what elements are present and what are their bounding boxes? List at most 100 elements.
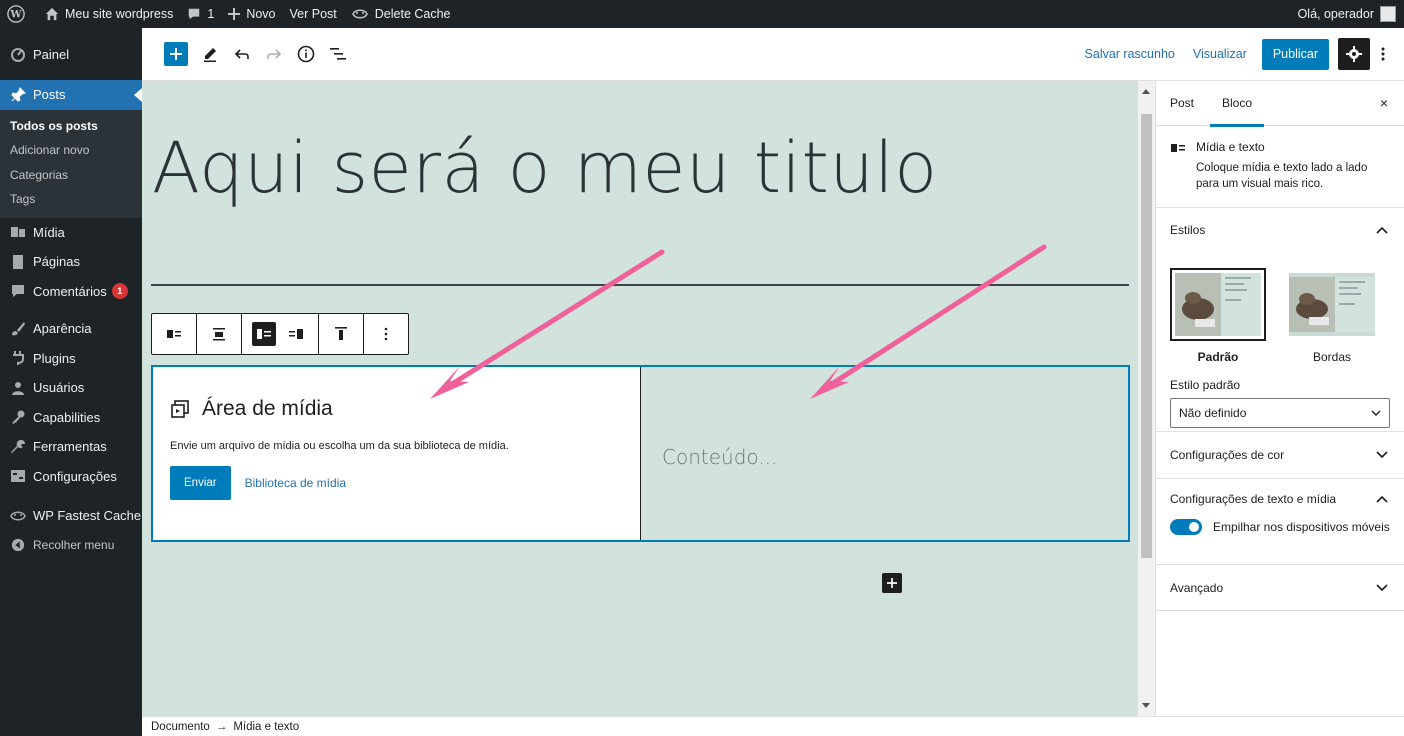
comment-icon xyxy=(189,8,200,20)
block-options-button[interactable] xyxy=(370,319,402,349)
block-inserter-button[interactable] xyxy=(164,42,188,66)
wrench-icon xyxy=(9,438,27,456)
menu-item-comentarios[interactable]: Comentários 1 xyxy=(0,277,142,307)
scroll-down-arrow[interactable] xyxy=(1142,703,1150,708)
chevron-up-icon xyxy=(1376,226,1388,234)
block-type-button[interactable] xyxy=(158,319,190,349)
default-style-select[interactable]: Não definido xyxy=(1170,398,1390,428)
comments-count: 1 xyxy=(207,7,215,21)
advanced-panel[interactable]: Avançado xyxy=(1156,565,1404,611)
avatar xyxy=(1380,6,1396,22)
list-view-icon xyxy=(330,48,346,60)
site-name-link[interactable]: Meu site wordpress xyxy=(38,0,180,28)
tools-button[interactable] xyxy=(194,38,226,70)
options-menu-button[interactable] xyxy=(1370,38,1396,70)
content-placeholder[interactable]: Conteúdo... xyxy=(662,445,1107,469)
breadcrumb-block[interactable]: Mídia e texto xyxy=(233,721,299,733)
media-icon xyxy=(171,400,189,418)
menu-item-aparencia[interactable]: Aparência xyxy=(0,314,142,344)
stack-mobile-toggle[interactable] xyxy=(1170,519,1202,535)
canvas-scrollbar[interactable] xyxy=(1138,81,1155,716)
media-text-block[interactable]: Área de mídia Envie um arquivo de mídia … xyxy=(151,365,1130,542)
menu-item-posts[interactable]: Posts xyxy=(0,80,142,110)
close-icon[interactable]: × xyxy=(1380,95,1388,111)
users-icon xyxy=(9,379,27,397)
menu-item-paginas[interactable]: Páginas xyxy=(0,247,142,277)
align-button[interactable] xyxy=(203,319,235,349)
undo-button[interactable] xyxy=(226,38,258,70)
details-button[interactable] xyxy=(290,38,322,70)
scroll-thumb[interactable] xyxy=(1141,114,1152,558)
media-library-link[interactable]: Biblioteca de mídia xyxy=(245,476,346,490)
media-text-icon xyxy=(1170,140,1186,193)
menu-item-usuarios[interactable]: Usuários xyxy=(0,373,142,403)
comments-link[interactable]: 1 xyxy=(180,0,221,28)
collapse-menu-button[interactable]: Recolher menu xyxy=(0,531,142,561)
separator-block[interactable] xyxy=(151,284,1129,286)
post-title[interactable]: Aqui será o meu titulo xyxy=(152,127,938,209)
upload-button[interactable]: Enviar xyxy=(170,466,231,500)
color-settings-toggle[interactable]: Configurações de cor xyxy=(1156,448,1404,462)
menu-item-ferramentas[interactable]: Ferramentas xyxy=(0,432,142,462)
settings-icon xyxy=(9,467,27,485)
new-content-link[interactable]: Novo xyxy=(221,0,282,28)
color-settings-panel[interactable]: Configurações de cor xyxy=(1156,432,1404,479)
wp-logo-icon[interactable]: W xyxy=(0,0,38,28)
publish-button[interactable]: Publicar xyxy=(1261,38,1329,70)
editor-canvas[interactable]: Aqui será o meu titulo Área de mídia Env… xyxy=(142,81,1138,716)
media-area-heading: Área de mídia xyxy=(170,397,623,421)
text-media-settings-panel: Configurações de texto e mídia Empilhar … xyxy=(1156,479,1404,565)
media-area-description: Envie um arquivo de mídia ou escolha um … xyxy=(170,440,509,452)
styles-panel: Estilos Padrão Bordas Estilo padrão Não … xyxy=(1156,208,1404,432)
tab-block[interactable]: Bloco xyxy=(1210,81,1265,127)
menu-item-painel[interactable]: Painel xyxy=(0,28,142,80)
menu-item-configuracoes[interactable]: Configurações xyxy=(0,462,142,492)
redo-button[interactable] xyxy=(258,38,290,70)
menu-label-ferramentas: Ferramentas xyxy=(33,439,107,455)
menu-item-capabilities[interactable]: Capabilities xyxy=(0,403,142,433)
view-post-link[interactable]: Ver Post xyxy=(283,0,344,28)
more-vertical-icon xyxy=(1381,47,1385,61)
content-area[interactable]: Conteúdo... xyxy=(641,367,1128,540)
media-right-button[interactable] xyxy=(280,319,312,349)
my-account-link[interactable]: Olá, operador xyxy=(1298,6,1404,22)
submenu-item-add-new[interactable]: Adicionar novo xyxy=(0,138,142,163)
styles-panel-toggle[interactable]: Estilos xyxy=(1156,208,1404,252)
breadcrumb-document[interactable]: Documento xyxy=(151,721,210,733)
media-icon xyxy=(9,223,27,241)
collapse-menu-label: Recolher menu xyxy=(33,538,115,553)
vertical-align-group xyxy=(319,314,364,354)
comment-icon xyxy=(9,282,27,300)
scroll-up-arrow[interactable] xyxy=(1142,89,1150,94)
menu-label-configuracoes: Configurações xyxy=(33,468,117,484)
admin-menu: Painel Posts Todos os posts Adicionar no… xyxy=(0,28,142,736)
style-option-default[interactable]: Padrão xyxy=(1170,268,1266,364)
menu-label-capabilities: Capabilities xyxy=(33,409,101,425)
block-breadcrumb: Documento → Mídia e texto xyxy=(142,716,1404,736)
default-style-label: Estilo padrão xyxy=(1170,378,1241,392)
menu-label-midia: Mídia xyxy=(33,224,65,240)
text-media-settings-toggle[interactable]: Configurações de texto e mídia xyxy=(1156,479,1404,519)
list-view-button[interactable] xyxy=(322,38,354,70)
save-draft-button[interactable]: Salvar rascunho xyxy=(1076,47,1184,61)
delete-cache-link[interactable]: Delete Cache xyxy=(344,0,458,28)
style-preview-default xyxy=(1170,268,1266,341)
submenu-item-all-posts[interactable]: Todos os posts xyxy=(0,114,142,139)
advanced-toggle[interactable]: Avançado xyxy=(1156,581,1404,595)
add-block-button[interactable] xyxy=(882,573,902,593)
menu-item-plugins[interactable]: Plugins xyxy=(0,344,142,374)
menu-item-wp-fastest-cache[interactable]: WP Fastest Cache xyxy=(0,501,142,531)
vertical-align-button[interactable] xyxy=(325,319,357,349)
submenu-item-tags[interactable]: Tags xyxy=(0,187,142,212)
menu-item-midia[interactable]: Mídia xyxy=(0,218,142,248)
gear-icon xyxy=(1346,46,1362,62)
menu-label-usuarios: Usuários xyxy=(33,380,85,396)
settings-button[interactable] xyxy=(1338,38,1370,70)
preview-button[interactable]: Visualizar xyxy=(1184,47,1256,61)
breadcrumb-separator: → xyxy=(215,720,228,733)
tab-post[interactable]: Post xyxy=(1170,81,1194,126)
media-left-button[interactable] xyxy=(248,319,280,349)
submenu-item-categories[interactable]: Categorias xyxy=(0,163,142,188)
default-style-value: Não definido xyxy=(1179,406,1247,420)
style-option-borders[interactable]: Bordas xyxy=(1284,268,1380,364)
